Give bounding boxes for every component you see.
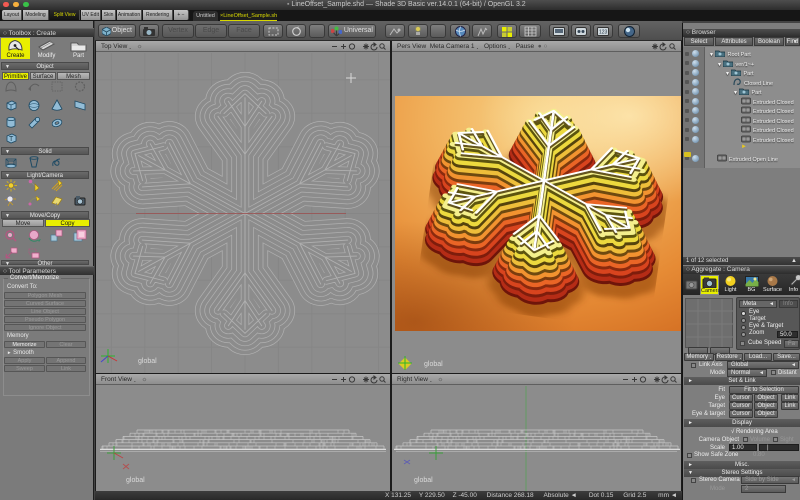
svg-text:123: 123 — [599, 30, 608, 36]
svg-text:T: T — [9, 136, 14, 143]
svg-text:global: global — [424, 361, 443, 368]
svg-text:global: global — [414, 477, 433, 484]
svg-text:global: global — [126, 477, 145, 484]
svg-text:global: global — [138, 358, 157, 365]
